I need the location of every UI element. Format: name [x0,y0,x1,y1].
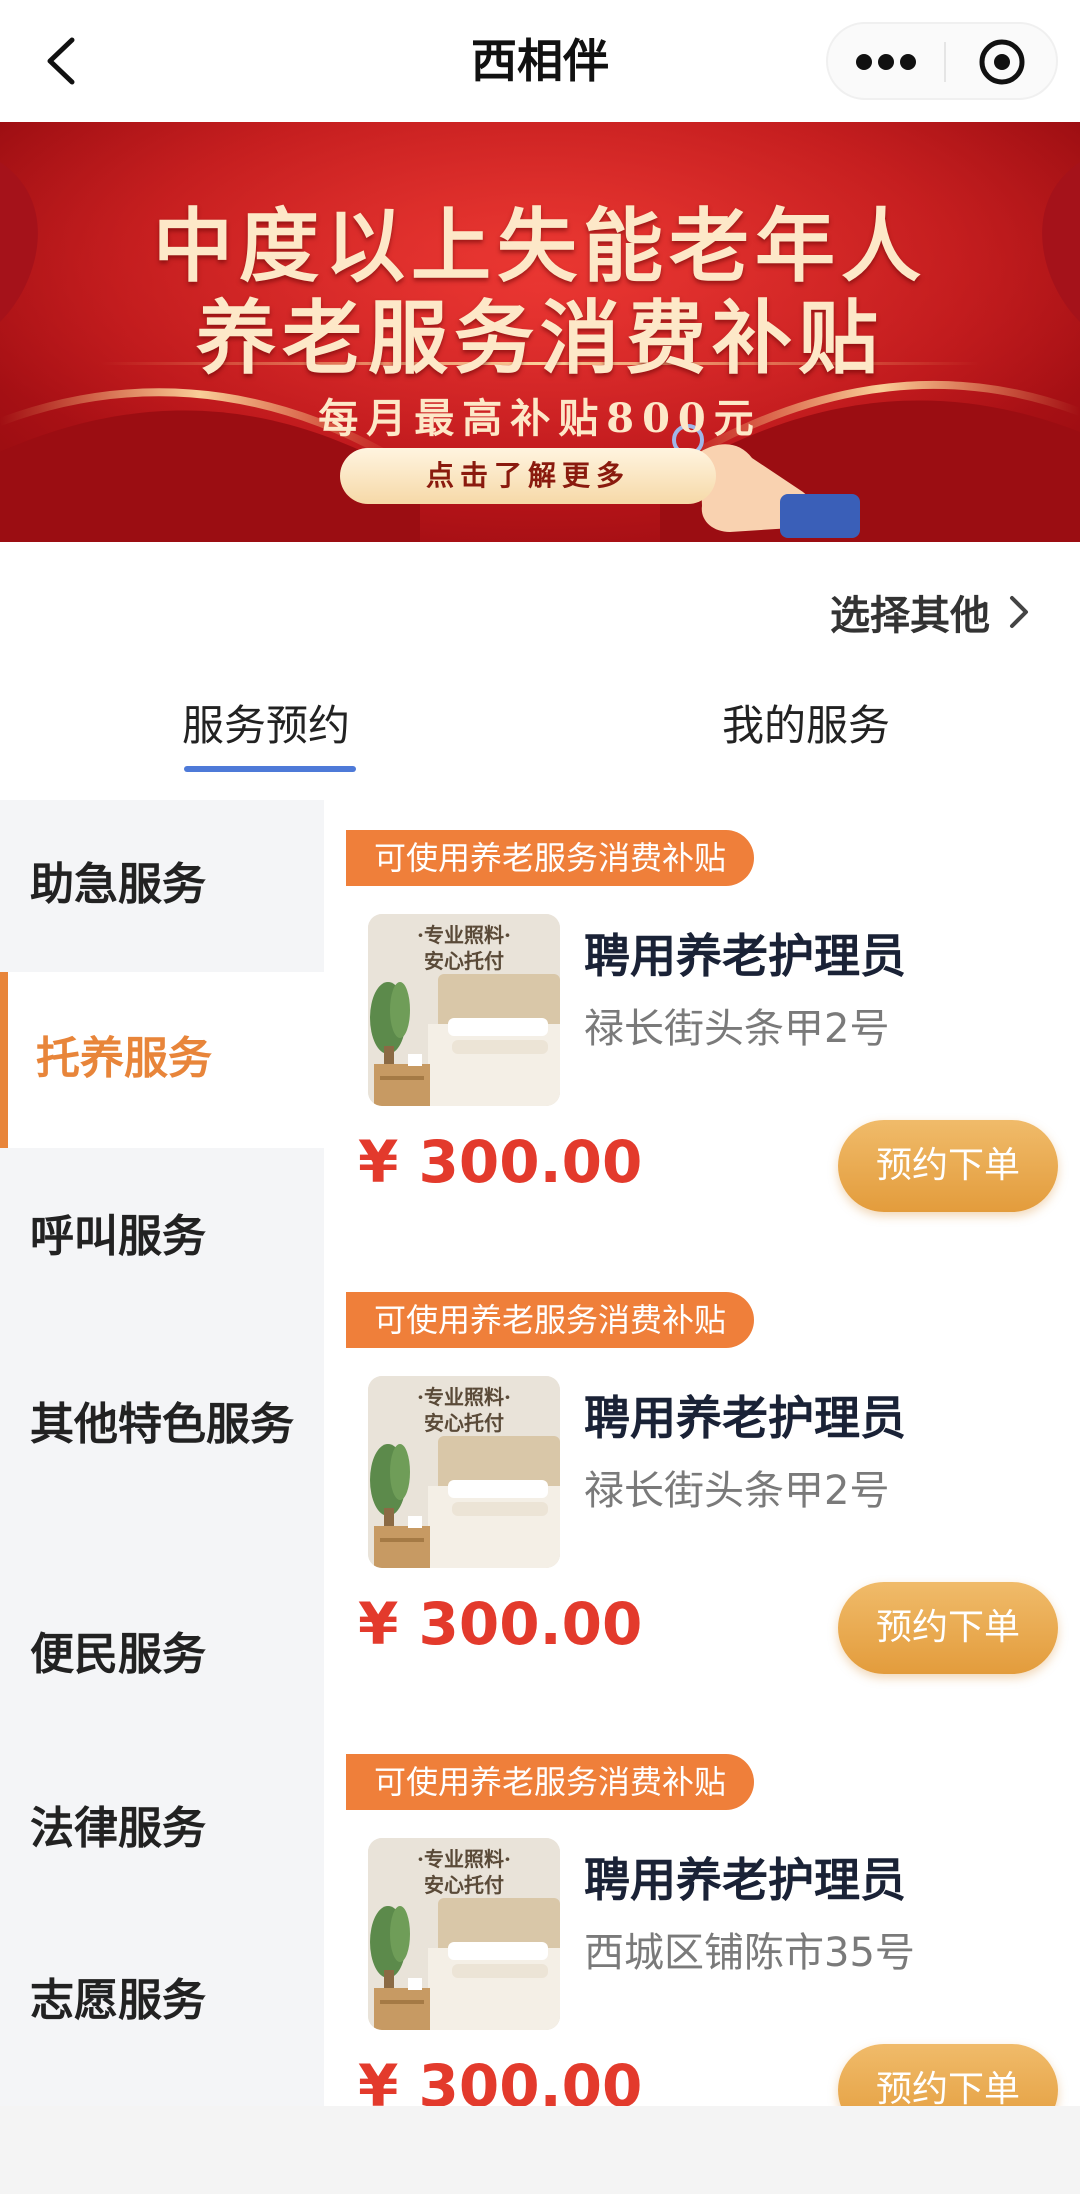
select-other-label: 选择其他 [830,593,990,639]
thumbnail-caption-1: ·专业照料· [417,1385,511,1409]
sidebar-item-label: 呼叫服务 [30,1211,206,1262]
service-address: 禄长街头条甲2号 [584,1006,890,1052]
select-other-link[interactable]: 选择其他 [830,582,1032,642]
thumbnail-caption-2: 安心托付 [424,1873,504,1897]
service-address: 西城区铺陈市35号 [584,1930,915,1976]
close-miniprogram-button[interactable] [946,24,1056,98]
active-indicator-bar [0,972,8,1148]
sidebar-item-convenience[interactable]: 便民服务 [0,1564,324,1740]
bottom-safe-area [0,2106,1080,2194]
mini-program-page: 西相伴 中度以上失能老年人 养老服务消费补贴 每月最高补贴800元 点击了解更多… [0,0,1080,2194]
active-tab-indicator [184,766,356,772]
chevron-right-icon [1010,596,1028,628]
banner-headline-2: 养老服务消费补贴 [196,291,884,385]
subsidy-tag: 可使用养老服务消费补贴 [346,1292,755,1348]
service-title: 聘用养老护理员 [584,1391,906,1445]
banner-subtitle: 每月最高补贴800元 [318,395,762,442]
more-button[interactable] [828,24,944,98]
sidebar-item-call[interactable]: 呼叫服务 [0,1148,324,1316]
learn-more-button[interactable]: 点击了解更多 [340,448,716,504]
subsidy-tag: 可使用养老服务消费补贴 [346,1754,755,1810]
book-order-button[interactable]: 预约下单 [838,1120,1058,1212]
book-order-button[interactable]: 预约下单 [838,1582,1058,1674]
service-card[interactable]: 可使用养老服务消费补贴 ·专业照料· 安心托付 聘用养老护理员 禄长街头条甲2号… [346,802,1060,1242]
thumbnail-caption-2: 安心托付 [424,949,504,973]
tab-service-booking[interactable]: 服务预约 [182,692,350,760]
service-thumbnail: ·专业照料· 安心托付 [368,1838,560,2030]
sidebar-item-label: 托养服务 [36,1033,212,1084]
service-thumbnail: ·专业照料· 安心托付 [368,914,560,1106]
service-thumbnail: ·专业照料· 安心托付 [368,1376,560,1568]
sidebar-item-emergency[interactable]: 助急服务 [0,800,324,972]
sidebar-item-special[interactable]: 其他特色服务 [0,1316,324,1564]
menu-capsule [826,22,1058,100]
service-price: ¥ 300.00 [358,1590,643,1658]
tab-my-services[interactable]: 我的服务 [722,692,890,760]
thumbnail-caption-1: ·专业照料· [417,1847,511,1871]
sidebar-item-label: 法律服务 [30,1803,206,1854]
sidebar-item-label: 便民服务 [30,1629,206,1680]
subsidy-tag: 可使用养老服务消费补贴 [346,830,755,886]
sidebar-item-care-hosting[interactable]: 托养服务 [0,972,324,1148]
service-address: 禄长街头条甲2号 [584,1468,890,1514]
service-price: ¥ 300.00 [358,1128,643,1196]
subsidy-banner[interactable]: 中度以上失能老年人 养老服务消费补贴 每月最高补贴800元 点击了解更多 [0,122,1080,542]
service-card[interactable]: 可使用养老服务消费补贴 ·专业照料· 安心托付 聘用养老护理员 禄长街头条甲2号… [346,1264,1060,1704]
thumbnail-caption-2: 安心托付 [424,1411,504,1435]
sidebar-item-volunteer[interactable]: 志愿服务 [0,1912,324,2084]
category-sidebar: 助急服务 托养服务 呼叫服务 其他特色服务 便民服务 法律服务 志愿服务 [0,800,324,2106]
nav-bar: 西相伴 [0,0,1080,122]
service-card[interactable]: 可使用养老服务消费补贴 ·专业照料· 安心托付 聘用养老护理员 西城区铺陈市35… [346,1726,1060,2166]
target-circle-icon [979,39,1025,85]
thumbnail-caption-1: ·专业照料· [417,923,511,947]
service-title: 聘用养老护理员 [584,929,906,983]
sidebar-item-label: 其他特色服务 [30,1399,294,1450]
service-title: 聘用养老护理员 [584,1853,906,1907]
more-dots-icon [856,54,916,70]
sidebar-item-legal[interactable]: 法律服务 [0,1740,324,1912]
sidebar-item-label: 志愿服务 [30,1975,206,2026]
sidebar-item-label: 助急服务 [30,859,206,910]
